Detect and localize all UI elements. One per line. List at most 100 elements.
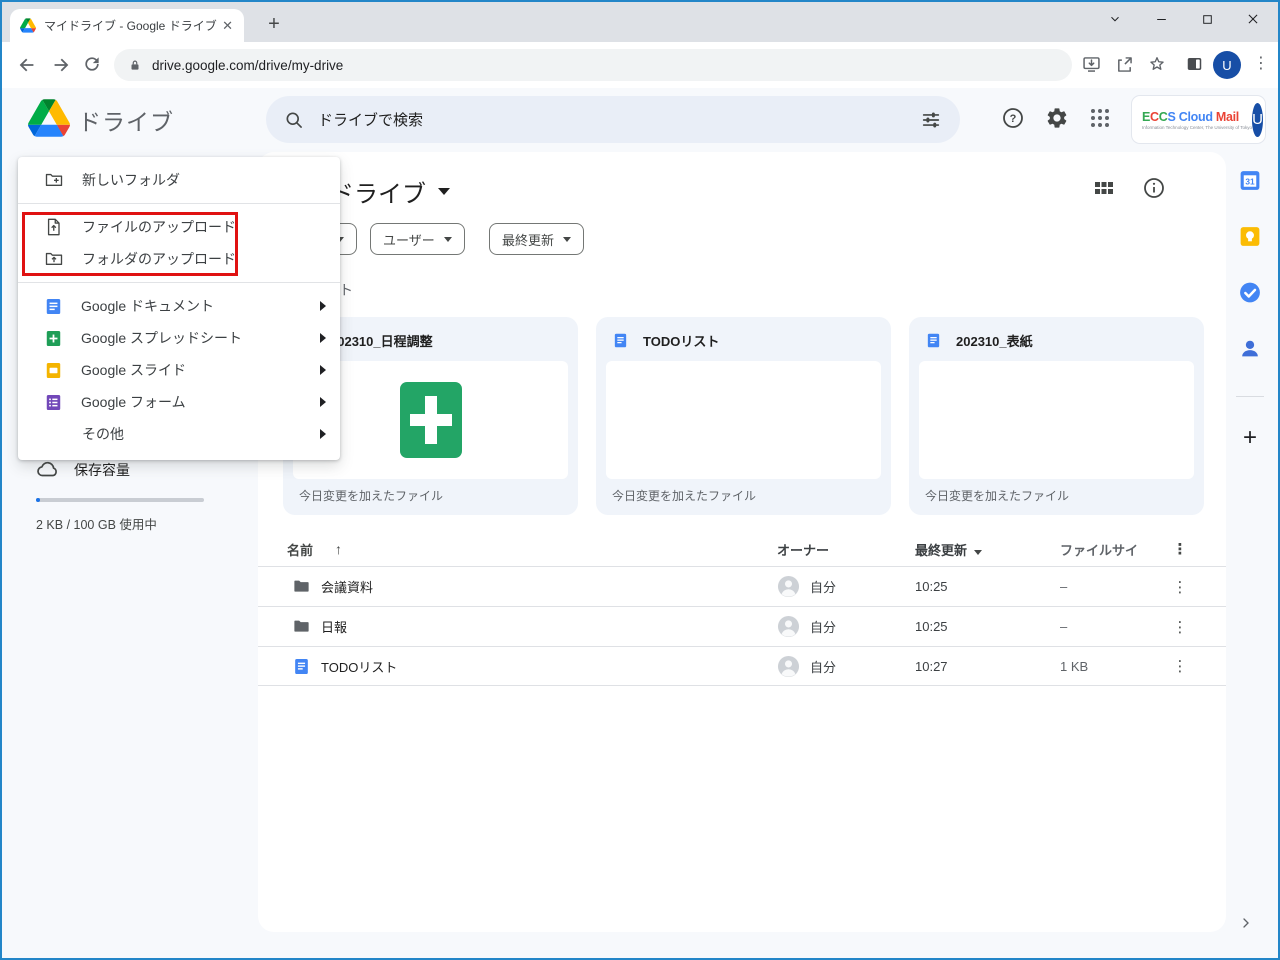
filter-chip-modified[interactable]: 最終更新	[489, 223, 585, 255]
window-chevron-icon[interactable]	[1092, 2, 1138, 36]
apps-grid-icon[interactable]	[1088, 106, 1112, 130]
card-preview	[606, 361, 881, 479]
table-row[interactable]: 日報 自分 10:25 – ⋮	[258, 606, 1226, 646]
owner-avatar-icon	[777, 615, 800, 638]
submenu-arrow-icon	[320, 301, 326, 311]
menu-item-more[interactable]: その他	[18, 418, 340, 450]
bookmark-star-icon[interactable]	[1147, 54, 1167, 74]
install-icon[interactable]	[1081, 54, 1102, 75]
help-icon[interactable]: ?	[1001, 106, 1025, 130]
address-bar[interactable]: drive.google.com/drive/my-drive	[114, 49, 1072, 81]
menu-item-google-docs[interactable]: Google ドキュメント	[18, 290, 340, 322]
owner-avatar-icon	[777, 575, 800, 598]
file-list: 名前 ↑ オーナー 最終更新 ファイルサイ ⋮ 会議資料 自分 10:25 – …	[258, 532, 1226, 686]
hide-side-panel-chevron-icon[interactable]	[1238, 914, 1254, 932]
storage-label[interactable]: 保存容量	[74, 460, 130, 480]
keep-icon[interactable]	[1238, 224, 1263, 249]
cloud-icon	[36, 458, 60, 482]
tab-close-icon[interactable]: ✕	[217, 18, 238, 34]
eccs-logo: ECCS Cloud Mail Information Technology C…	[1142, 109, 1253, 130]
card-title: 202310_表紙	[956, 334, 1033, 349]
column-name[interactable]: 名前	[287, 540, 313, 559]
card-footer: 今日変更を加えたファイル	[925, 489, 1070, 503]
table-row[interactable]: 会議資料 自分 10:25 – ⋮	[258, 566, 1226, 606]
menu-item-google-slides[interactable]: Google スライド	[18, 354, 340, 386]
browser-window: マイドライブ - Google ドライブ ✕ + drive.google.co…	[0, 0, 1280, 960]
grid-view-icon[interactable]	[1092, 176, 1116, 200]
share-icon[interactable]	[1114, 54, 1135, 75]
card-footer: 今日変更を加えたファイル	[299, 489, 444, 503]
tasks-icon[interactable]	[1238, 280, 1263, 305]
table-row[interactable]: TODOリスト 自分 10:27 1 KB ⋮	[258, 646, 1226, 686]
get-addons-plus-icon[interactable]: +	[1222, 424, 1278, 452]
svg-text:31: 31	[1245, 176, 1255, 186]
settings-gear-icon[interactable]	[1045, 106, 1069, 130]
submenu-arrow-icon	[320, 333, 326, 343]
tab-strip: マイドライブ - Google ドライブ ✕ +	[2, 2, 1278, 42]
app-name: ドライブ	[78, 109, 174, 135]
folder-upload-icon	[44, 249, 64, 269]
new-tab-button[interactable]: +	[260, 10, 288, 38]
tab-title: マイドライブ - Google ドライブ	[44, 19, 217, 33]
sort-ascending-icon: ↑	[335, 541, 343, 557]
menu-item-folder-upload[interactable]: フォルダのアップロード	[18, 243, 340, 275]
reload-button[interactable]	[82, 54, 102, 74]
browser-profile-avatar[interactable]: U	[1213, 51, 1241, 79]
new-folder-icon	[44, 170, 64, 190]
filter-chip-people[interactable]: ユーザー	[370, 223, 465, 255]
drive-favicon	[20, 18, 36, 33]
lock-icon	[128, 58, 142, 73]
suggested-card[interactable]: TODOリスト 今日変更を加えたファイル	[596, 317, 891, 515]
row-options-kebab-icon[interactable]: ⋮	[1160, 578, 1200, 596]
forms-icon	[44, 393, 63, 412]
menu-item-new-folder[interactable]: 新しいフォルダ	[18, 164, 340, 196]
maximize-button[interactable]	[1184, 2, 1230, 36]
docs-icon	[925, 332, 942, 349]
column-owner[interactable]: オーナー	[777, 540, 915, 559]
drive-account-avatar[interactable]: U	[1252, 102, 1263, 137]
row-options-kebab-icon[interactable]: ⋮	[1160, 618, 1200, 636]
side-panel-rail: 31 +	[1222, 152, 1278, 958]
account-badge[interactable]: ECCS Cloud Mail Information Technology C…	[1132, 96, 1265, 143]
contacts-icon[interactable]	[1238, 336, 1263, 361]
menu-divider	[18, 282, 340, 283]
drive-logo	[28, 99, 70, 137]
forward-button[interactable]	[50, 54, 72, 76]
svg-text:?: ?	[1010, 113, 1017, 125]
drive-search-input[interactable]: ドライブで検索	[266, 96, 960, 143]
docs-icon	[292, 657, 311, 676]
main-panel: マイドライブ 種類 ユーザー 最終更新 サジェスト 202310_日程調整	[258, 152, 1226, 932]
minimize-button[interactable]	[1138, 2, 1184, 36]
column-options-kebab-icon[interactable]: ⋮	[1160, 540, 1200, 558]
info-icon[interactable]	[1142, 176, 1166, 200]
submenu-arrow-icon	[320, 365, 326, 375]
sheets-icon	[44, 329, 63, 348]
slides-icon	[44, 361, 63, 380]
eccs-subtitle: Information Technology Center, The Unive…	[1142, 124, 1253, 130]
rail-divider	[1236, 396, 1264, 397]
row-options-kebab-icon[interactable]: ⋮	[1160, 657, 1200, 675]
close-button[interactable]	[1230, 2, 1276, 36]
submenu-arrow-icon	[320, 397, 326, 407]
column-size[interactable]: ファイルサイ	[1060, 540, 1160, 559]
menu-item-google-sheets[interactable]: Google スプレッドシート	[18, 322, 340, 354]
search-options-icon[interactable]	[920, 109, 942, 131]
docs-icon	[44, 297, 63, 316]
browser-tab[interactable]: マイドライブ - Google ドライブ ✕	[10, 9, 244, 42]
storage-usage-text: 2 KB / 100 GB 使用中	[36, 518, 157, 532]
card-footer: 今日変更を加えたファイル	[612, 489, 757, 503]
file-upload-icon	[44, 217, 64, 237]
chevron-down-icon	[438, 188, 450, 195]
folder-icon	[292, 577, 311, 596]
menu-item-google-forms[interactable]: Google フォーム	[18, 386, 340, 418]
chevron-down-icon	[443, 236, 452, 242]
column-modified[interactable]: 最終更新	[915, 540, 1060, 559]
calendar-icon[interactable]: 31	[1238, 168, 1263, 193]
suggested-card[interactable]: 202310_表紙 今日変更を加えたファイル	[909, 317, 1204, 515]
side-panel-icon[interactable]	[1185, 55, 1204, 73]
browser-menu-kebab-icon[interactable]: ⋮	[1253, 53, 1269, 73]
menu-item-file-upload[interactable]: ファイルのアップロード	[18, 211, 340, 243]
back-button[interactable]	[16, 54, 38, 76]
sheets-logo	[399, 382, 462, 458]
owner-avatar-icon	[777, 655, 800, 678]
